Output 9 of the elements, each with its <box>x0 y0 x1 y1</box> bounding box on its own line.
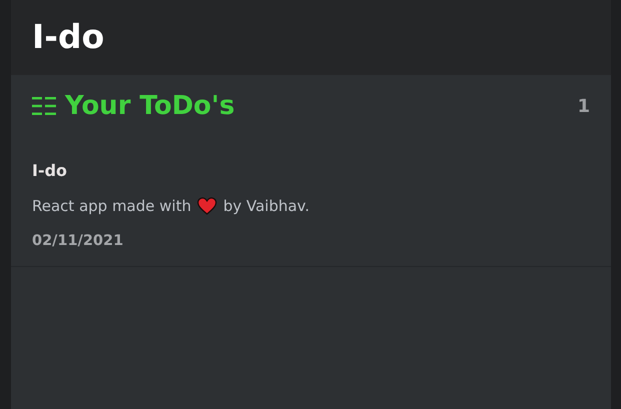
heart-icon <box>197 197 218 215</box>
todo-count: 1 <box>577 96 590 116</box>
app-title: I-do <box>32 16 104 58</box>
list-icon <box>32 96 56 116</box>
todo-description: by Vaibhav. <box>223 196 310 216</box>
todo-description: React app made with <box>32 196 192 216</box>
section-title: Your ToDo's <box>65 91 236 121</box>
todo-date: 02/11/2021 <box>32 232 124 251</box>
todo-title: I-do <box>32 161 68 181</box>
